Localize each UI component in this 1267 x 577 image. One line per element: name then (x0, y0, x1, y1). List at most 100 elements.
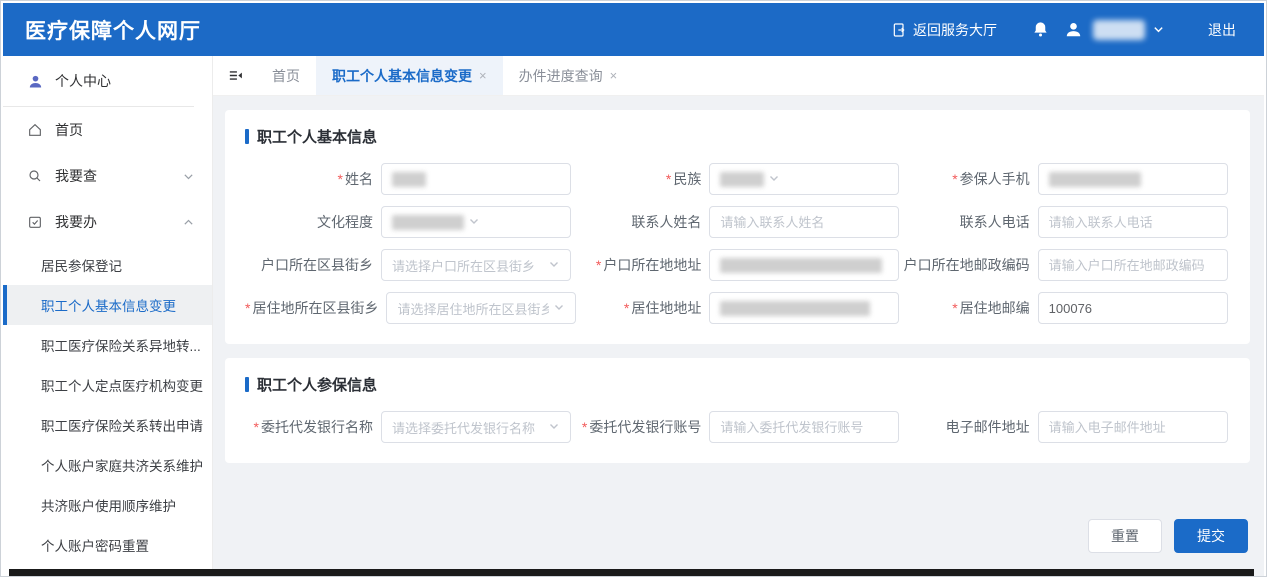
form-field-name: *姓名 (245, 163, 573, 195)
form-field-contact-name: 联系人姓名 (573, 206, 901, 238)
sidebar-item-employee-info-change[interactable]: 职工个人基本信息变更 (3, 285, 212, 325)
required-asterisk: * (666, 171, 671, 187)
sidebar-item-query[interactable]: 我要查 (3, 153, 212, 199)
tab-close-icon[interactable]: × (479, 68, 487, 83)
page-title: 医疗保障个人网厅 (25, 15, 201, 45)
hukou-address-input[interactable] (709, 249, 899, 281)
sidebar-item-insurance-transfer-out[interactable]: 职工医疗保险关系转出申请 (3, 405, 212, 445)
logout-button[interactable]: 退出 (1208, 20, 1236, 40)
tab-progress-query[interactable]: 办件进度查询 × (503, 56, 634, 95)
nation-select[interactable] (709, 163, 899, 195)
contact-phone-input[interactable] (1038, 206, 1228, 238)
name-input[interactable] (381, 163, 571, 195)
bank-account-input[interactable] (709, 411, 899, 443)
page-content: 职工个人基本信息 *姓名 *民族 (213, 96, 1264, 576)
chevron-down-icon (553, 301, 565, 316)
form-field-hukou-address: *户口所在地地址 (573, 249, 901, 281)
menu-fold-icon[interactable] (213, 56, 256, 95)
field-label: 户口所在地地址 (603, 257, 701, 273)
sidebar-item-label: 我要办 (55, 212, 97, 232)
form-field-email: 电子邮件地址 (902, 411, 1230, 443)
section-title-insurance-info: 职工个人参保信息 (245, 374, 1230, 395)
redacted-value (720, 258, 882, 273)
required-asterisk: * (582, 419, 587, 435)
field-label: 居住地邮编 (960, 300, 1030, 316)
contact-name-input[interactable] (709, 206, 899, 238)
education-level-select[interactable] (381, 206, 571, 238)
tab-employee-info-change[interactable]: 职工个人基本信息变更 × (316, 56, 503, 95)
chevron-down-icon (468, 215, 480, 230)
form-actions: 重置 提交 (225, 519, 1250, 553)
field-label: 电子邮件地址 (946, 419, 1030, 435)
tab-label: 首页 (272, 66, 300, 86)
form-field-bank-name: *委托代发银行名称 请选择委托代发银行名称 (245, 411, 573, 443)
return-service-hall-link[interactable]: 返回服务大厅 (891, 20, 997, 40)
required-asterisk: * (338, 171, 343, 187)
sidebar-item-home[interactable]: 首页 (3, 107, 212, 153)
redacted-value (392, 215, 464, 230)
field-label: 文化程度 (317, 214, 373, 230)
sidebar-item-label: 个人中心 (55, 71, 111, 91)
field-label: 委托代发银行名称 (261, 419, 373, 435)
form-field-hukou-district: 户口所在区县街乡 请选择户口所在区县街乡 (245, 249, 573, 281)
form-field-bank-account: *委托代发银行账号 (573, 411, 901, 443)
sidebar-item-password-reset[interactable]: 个人账户密码重置 (3, 525, 212, 565)
form-field-contact-phone: 联系人电话 (902, 206, 1230, 238)
required-asterisk: * (245, 300, 250, 316)
insured-phone-input[interactable] (1038, 163, 1228, 195)
chevron-up-icon (183, 217, 194, 228)
sidebar-item-mutual-account-order[interactable]: 共济账户使用顺序维护 (3, 485, 212, 525)
form-field-residence-district: *居住地所在区县街乡 请选择居住地所在区县街乡 (245, 292, 573, 324)
bottom-edge-bar (9, 569, 1254, 576)
caret-down-icon[interactable] (1153, 24, 1164, 35)
field-label: 委托代发银行账号 (589, 419, 701, 435)
tasks-icon (27, 214, 44, 230)
form-field-insured-phone: *参保人手机 (902, 163, 1230, 195)
search-icon (27, 168, 44, 184)
residence-district-select[interactable]: 请选择居住地所在区县街乡 (386, 292, 576, 324)
form-field-residence-postcode: *居住地邮编 (902, 292, 1230, 324)
basic-info-card: 职工个人基本信息 *姓名 *民族 (225, 110, 1250, 344)
required-asterisk: * (952, 171, 957, 187)
required-asterisk: * (596, 257, 601, 273)
required-asterisk: * (254, 419, 259, 435)
sidebar-item-handle[interactable]: 我要办 (3, 199, 212, 245)
section-title-basic-info: 职工个人基本信息 (245, 126, 1230, 147)
field-label: 居住地地址 (631, 300, 701, 316)
home-icon (27, 122, 44, 138)
tab-close-icon[interactable]: × (610, 68, 618, 83)
tab-home[interactable]: 首页 (256, 56, 316, 95)
form-field-education: 文化程度 (245, 206, 573, 238)
reset-button[interactable]: 重置 (1088, 519, 1162, 553)
form-field-residence-address: *居住地地址 (573, 292, 901, 324)
section-bar (245, 377, 249, 392)
redacted-value (392, 172, 426, 187)
field-label: 联系人姓名 (631, 214, 701, 230)
required-asterisk: * (952, 300, 957, 316)
field-label: 联系人电话 (960, 214, 1030, 230)
sidebar-item-personal-center[interactable]: 个人中心 (3, 56, 212, 106)
field-label: 户口所在地邮政编码 (904, 257, 1030, 273)
hukou-postcode-input[interactable] (1038, 249, 1228, 281)
submit-button[interactable]: 提交 (1174, 519, 1248, 553)
residence-postcode-input[interactable] (1038, 292, 1228, 324)
hukou-district-select[interactable]: 请选择户口所在区县街乡 (381, 249, 571, 281)
user-avatar-icon[interactable] (1064, 20, 1083, 39)
tab-bar: 首页 职工个人基本信息变更 × 办件进度查询 × (213, 56, 1264, 96)
bell-icon[interactable] (1031, 20, 1050, 39)
bank-name-select[interactable]: 请选择委托代发银行名称 (381, 411, 571, 443)
sidebar-item-insurance-transfer-remote[interactable]: 职工医疗保险关系异地转... (3, 325, 212, 365)
username-redacted[interactable] (1093, 20, 1145, 40)
chevron-down-icon (768, 172, 780, 187)
field-label: 居住地所在区县街乡 (252, 300, 378, 316)
redacted-value (1049, 172, 1141, 187)
field-label: 民族 (673, 171, 701, 187)
sidebar-item-designated-hospital-change[interactable]: 职工个人定点医疗机构变更 (3, 365, 212, 405)
sidebar-item-resident-registration[interactable]: 居民参保登记 (3, 245, 212, 285)
chevron-down-icon (183, 171, 194, 182)
email-input[interactable] (1038, 411, 1228, 443)
app-window: 医疗保障个人网厅 返回服务大厅 (0, 0, 1267, 577)
required-asterisk: * (624, 300, 629, 316)
residence-address-input[interactable] (709, 292, 899, 324)
sidebar-item-family-mutual-aid[interactable]: 个人账户家庭共济关系维护 (3, 445, 212, 485)
